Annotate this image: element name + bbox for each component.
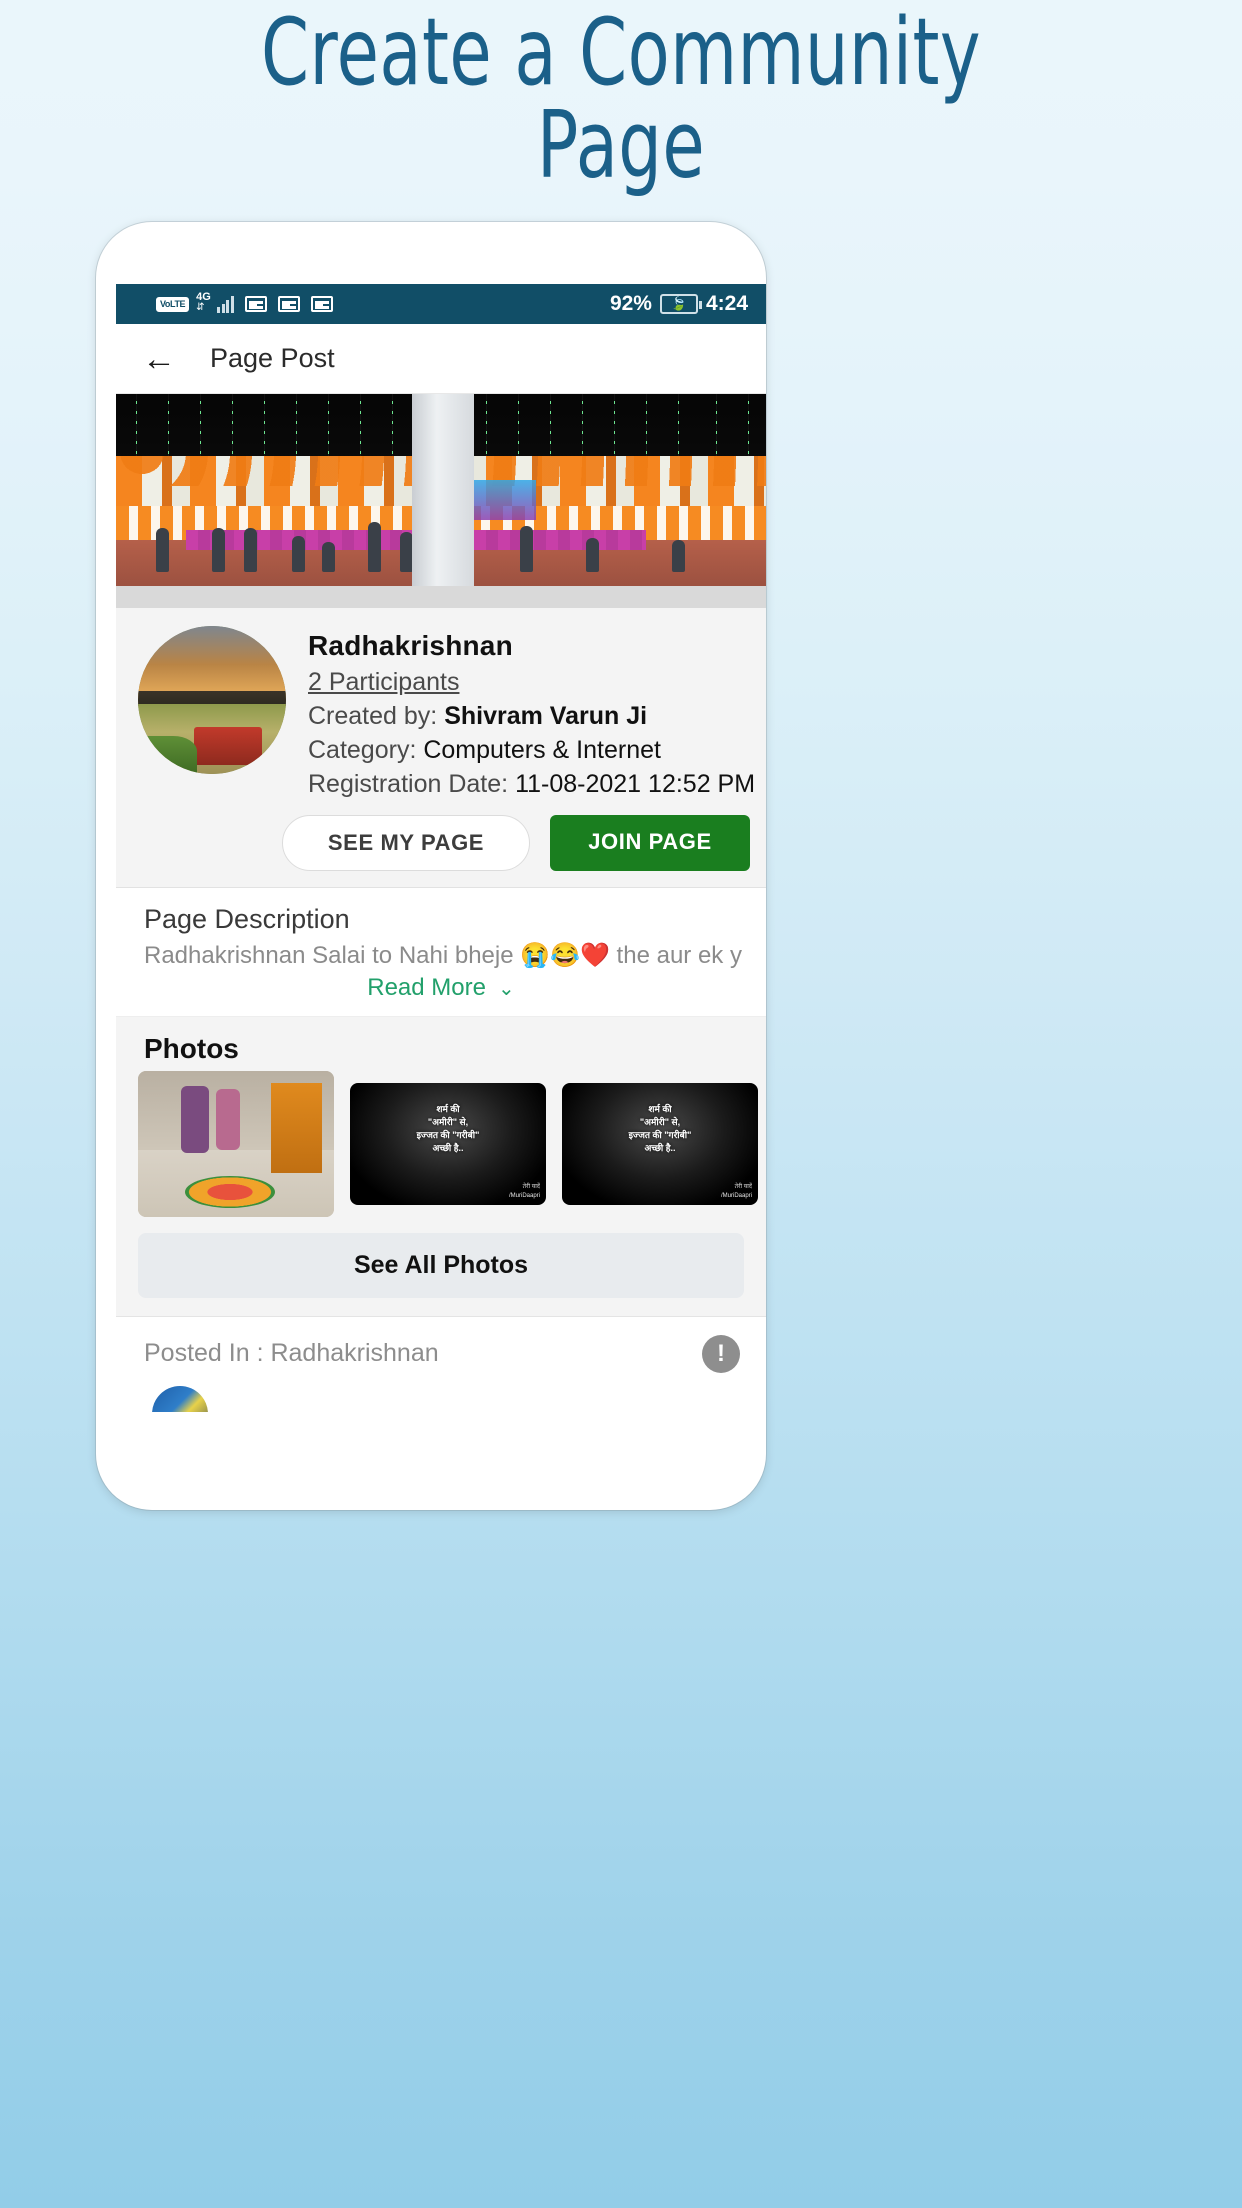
phone-mockup-frame: VoLTE 4G ⇵ 92% 🍃 4:24 ← Page Post Radhak… — [96, 222, 766, 1510]
pillar — [412, 394, 474, 586]
volte-icon: VoLTE — [156, 296, 190, 312]
chevron-down-icon: ⌄ — [497, 977, 515, 1000]
photo-handle-text: /MuriDaapri — [720, 1193, 752, 1199]
photo-thumbnail[interactable] — [138, 1071, 334, 1217]
back-arrow-icon[interactable]: ← — [142, 342, 176, 376]
registration-row: Registration Date: 11-08-2021 12:52 PM — [308, 770, 755, 799]
photo-brand-text: तेरी यादें — [522, 1184, 540, 1190]
photo-thumbnail[interactable]: शर्म की "अमीरी" से, इज्जत की "गरीबी" अच्… — [350, 1083, 546, 1205]
posted-in-label: Posted In : Radhakrishnan — [144, 1339, 439, 1367]
post-author-avatar[interactable] — [152, 1386, 208, 1412]
photos-section: Photos शर्म की "अमीरी" से, इज्जत की "गरी… — [116, 1017, 766, 1317]
created-by-value: Shivram Varun Ji — [444, 702, 648, 730]
cover-photo[interactable] — [116, 394, 766, 586]
created-by-label: Created by: — [308, 702, 438, 730]
description-heading: Page Description — [144, 904, 350, 934]
status-bar: VoLTE 4G ⇵ 92% 🍃 4:24 — [116, 284, 766, 324]
sim-card-icon — [277, 296, 300, 312]
phone-screen: VoLTE 4G ⇵ 92% 🍃 4:24 ← Page Post Radhak… — [116, 284, 766, 1412]
page-title: Create a Community Page — [261, 0, 981, 200]
cover-divider — [116, 586, 766, 608]
photo-thumbnail[interactable]: शर्म की "अमीरी" से, इज्जत की "गरीबी" अच्… — [562, 1083, 758, 1205]
photo-quote-text: शर्म की "अमीरी" से, इज्जत की "गरीबी" अच्… — [628, 1103, 692, 1153]
sim-card-icon — [310, 296, 333, 312]
app-bar-title: Page Post — [210, 343, 335, 373]
exclamation-icon[interactable]: ! — [702, 1335, 740, 1373]
see-my-page-button[interactable]: SEE MY PAGE — [282, 815, 530, 871]
registration-value: 11-08-2021 12:52 PM — [515, 770, 756, 798]
page-profile-card: Radhakrishnan 2 Participants Created by:… — [116, 608, 766, 888]
status-bar-left: VoLTE 4G ⇵ — [156, 292, 333, 313]
sim-card-icon — [244, 296, 267, 312]
photo-thumbnails: शर्म की "अमीरी" से, इज्जत की "गरीबी" अच्… — [116, 1065, 766, 1217]
app-bar: ← Page Post — [116, 324, 766, 394]
created-by-row: Created by: Shivram Varun Ji — [308, 702, 755, 731]
photo-brand-text: तेरी यादें — [734, 1184, 752, 1190]
posted-in-section: Posted In : Radhakrishnan ! — [116, 1317, 766, 1412]
category-value: Computers & Internet — [423, 736, 661, 764]
description-text: Radhakrishnan Salai to Nahi bheje 😭😂❤️ t… — [144, 942, 742, 969]
page-name: Radhakrishnan — [308, 630, 513, 661]
battery-icon: 🍃 — [659, 294, 702, 314]
page-description-section: Page Description Radhakrishnan Salai to … — [116, 888, 766, 1017]
read-more-button[interactable]: Read More ⌄ — [116, 974, 766, 1002]
participants-link[interactable]: 2 Participants — [308, 668, 459, 697]
photos-heading: Photos — [144, 1033, 239, 1064]
category-row: Category: Computers & Internet — [308, 736, 755, 765]
status-bar-right: 92% 🍃 4:24 — [610, 292, 748, 316]
photo-quote-text: शर्म की "अमीरी" से, इज्जत की "गरीबी" अच्… — [416, 1103, 480, 1153]
avatar[interactable] — [138, 626, 286, 774]
scroll-content[interactable]: Radhakrishnan 2 Participants Created by:… — [116, 394, 766, 1412]
registration-label: Registration Date: — [308, 770, 509, 798]
battery-percent-label: 92% — [609, 292, 652, 315]
signal-bars-icon: 4G ⇵ — [196, 292, 234, 313]
read-more-label: Read More — [367, 974, 486, 1001]
see-all-photos-button[interactable]: See All Photos — [138, 1233, 744, 1298]
category-label: Category: — [308, 736, 417, 764]
clock-label: 4:24 — [705, 292, 748, 315]
join-page-button[interactable]: JOIN PAGE — [550, 815, 750, 871]
photo-handle-text: /MuriDaapri — [508, 1193, 540, 1199]
